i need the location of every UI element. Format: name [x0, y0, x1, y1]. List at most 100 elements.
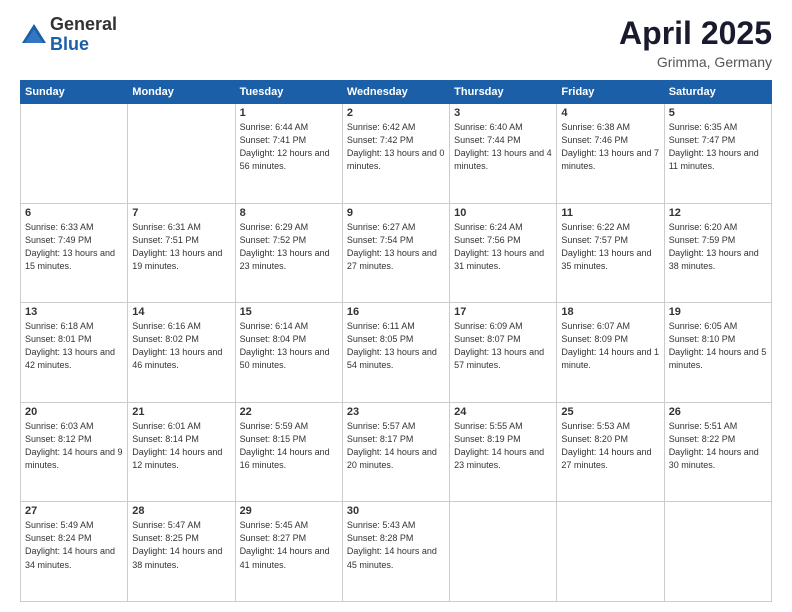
day-info: Sunrise: 6:40 AM Sunset: 7:44 PM Dayligh…	[454, 121, 552, 173]
table-row: 21 Sunrise: 6:01 AM Sunset: 8:14 PM Dayli…	[128, 402, 235, 502]
col-thursday: Thursday	[450, 81, 557, 104]
day-info: Sunrise: 6:22 AM Sunset: 7:57 PM Dayligh…	[561, 221, 659, 273]
title-block: April 2025 Grimma, Germany	[619, 15, 772, 70]
day-number: 26	[669, 406, 767, 418]
table-row: 12 Sunrise: 6:20 AM Sunset: 7:59 PM Dayli…	[664, 203, 771, 303]
day-number: 21	[132, 406, 230, 418]
table-row	[450, 502, 557, 602]
table-row: 8 Sunrise: 6:29 AM Sunset: 7:52 PM Daylig…	[235, 203, 342, 303]
table-row: 22Sunrise: 5:59 AM Sunset: 8:15 PM Dayli…	[235, 402, 342, 502]
col-saturday: Saturday	[664, 81, 771, 104]
col-monday: Monday	[128, 81, 235, 104]
day-info: Sunrise: 5:53 AM Sunset: 8:20 PM Dayligh…	[561, 420, 659, 472]
col-tuesday: Tuesday	[235, 81, 342, 104]
table-row: 23 Sunrise: 5:57 AM Sunset: 8:17 PM Dayli…	[342, 402, 449, 502]
table-row: 7 Sunrise: 6:31 AM Sunset: 7:51 PM Daylig…	[128, 203, 235, 303]
calendar-header-row: Sunday Monday Tuesday Wednesday Thursday…	[21, 81, 772, 104]
day-number: 11	[561, 207, 659, 219]
day-info: Sunrise: 6:05 AM Sunset: 8:10 PM Dayligh…	[669, 320, 767, 372]
day-number: 16	[347, 306, 445, 318]
day-number: 7	[132, 207, 230, 219]
day-number: 27	[25, 505, 123, 517]
day-info: Sunrise: 6:27 AM Sunset: 7:54 PM Dayligh…	[347, 221, 445, 273]
table-row: 1 Sunrise: 6:44 AM Sunset: 7:41 PM Daylig…	[235, 104, 342, 204]
day-number: 8	[240, 207, 338, 219]
day-number: 14	[132, 306, 230, 318]
table-row: 13 Sunrise: 6:18 AM Sunset: 8:01 PM Dayli…	[21, 303, 128, 403]
day-number: 25	[561, 406, 659, 418]
logo-blue-text: Blue	[50, 35, 117, 55]
day-number: 12	[669, 207, 767, 219]
table-row: 24Sunrise: 5:55 AM Sunset: 8:19 PM Dayli…	[450, 402, 557, 502]
day-number: 18	[561, 306, 659, 318]
day-info: Sunrise: 6:18 AM Sunset: 8:01 PM Dayligh…	[25, 320, 123, 372]
calendar-table: Sunday Monday Tuesday Wednesday Thursday…	[20, 80, 772, 602]
day-info: Sunrise: 6:44 AM Sunset: 7:41 PM Dayligh…	[240, 121, 338, 173]
day-info: Sunrise: 6:33 AM Sunset: 7:49 PM Dayligh…	[25, 221, 123, 273]
day-number: 30	[347, 505, 445, 517]
table-row	[557, 502, 664, 602]
day-info: Sunrise: 6:09 AM Sunset: 8:07 PM Dayligh…	[454, 320, 552, 372]
logo: General Blue	[20, 15, 117, 55]
calendar-week-row: 1 Sunrise: 6:44 AM Sunset: 7:41 PM Daylig…	[21, 104, 772, 204]
table-row: 20Sunrise: 6:03 AM Sunset: 8:12 PM Dayli…	[21, 402, 128, 502]
table-row: 11 Sunrise: 6:22 AM Sunset: 7:57 PM Dayli…	[557, 203, 664, 303]
day-number: 10	[454, 207, 552, 219]
col-wednesday: Wednesday	[342, 81, 449, 104]
day-info: Sunrise: 5:47 AM Sunset: 8:25 PM Dayligh…	[132, 519, 230, 571]
calendar-week-row: 13 Sunrise: 6:18 AM Sunset: 8:01 PM Dayli…	[21, 303, 772, 403]
day-number: 2	[347, 107, 445, 119]
table-row: 26 Sunrise: 5:51 AM Sunset: 8:22 PM Dayli…	[664, 402, 771, 502]
day-number: 29	[240, 505, 338, 517]
col-sunday: Sunday	[21, 81, 128, 104]
table-row	[664, 502, 771, 602]
table-row: 28 Sunrise: 5:47 AM Sunset: 8:25 PM Dayli…	[128, 502, 235, 602]
header: General Blue April 2025 Grimma, Germany	[20, 15, 772, 70]
day-number: 15	[240, 306, 338, 318]
table-row: 19 Sunrise: 6:05 AM Sunset: 8:10 PM Dayli…	[664, 303, 771, 403]
table-row: 25 Sunrise: 5:53 AM Sunset: 8:20 PM Dayli…	[557, 402, 664, 502]
day-info: Sunrise: 6:01 AM Sunset: 8:14 PM Dayligh…	[132, 420, 230, 472]
table-row: 4Sunrise: 6:38 AM Sunset: 7:46 PM Daylig…	[557, 104, 664, 204]
location-title: Grimma, Germany	[619, 54, 772, 70]
day-info: Sunrise: 6:20 AM Sunset: 7:59 PM Dayligh…	[669, 221, 767, 273]
day-number: 6	[25, 207, 123, 219]
calendar-week-row: 27 Sunrise: 5:49 AM Sunset: 8:24 PM Dayli…	[21, 502, 772, 602]
table-row: 30Sunrise: 5:43 AM Sunset: 8:28 PM Dayli…	[342, 502, 449, 602]
logo-general-text: General	[50, 15, 117, 35]
day-number: 3	[454, 107, 552, 119]
day-info: Sunrise: 5:45 AM Sunset: 8:27 PM Dayligh…	[240, 519, 338, 571]
table-row: 2 Sunrise: 6:42 AM Sunset: 7:42 PM Daylig…	[342, 104, 449, 204]
day-info: Sunrise: 5:51 AM Sunset: 8:22 PM Dayligh…	[669, 420, 767, 472]
day-number: 23	[347, 406, 445, 418]
day-info: Sunrise: 5:55 AM Sunset: 8:19 PM Dayligh…	[454, 420, 552, 472]
table-row	[21, 104, 128, 204]
day-info: Sunrise: 5:59 AM Sunset: 8:15 PM Dayligh…	[240, 420, 338, 472]
table-row: 14Sunrise: 6:16 AM Sunset: 8:02 PM Dayli…	[128, 303, 235, 403]
day-info: Sunrise: 6:42 AM Sunset: 7:42 PM Dayligh…	[347, 121, 445, 173]
month-title: April 2025	[619, 15, 772, 52]
day-number: 13	[25, 306, 123, 318]
day-info: Sunrise: 6:29 AM Sunset: 7:52 PM Dayligh…	[240, 221, 338, 273]
day-info: Sunrise: 5:57 AM Sunset: 8:17 PM Dayligh…	[347, 420, 445, 472]
calendar-week-row: 6 Sunrise: 6:33 AM Sunset: 7:49 PM Daylig…	[21, 203, 772, 303]
day-number: 17	[454, 306, 552, 318]
day-info: Sunrise: 6:14 AM Sunset: 8:04 PM Dayligh…	[240, 320, 338, 372]
table-row: 29 Sunrise: 5:45 AM Sunset: 8:27 PM Dayli…	[235, 502, 342, 602]
table-row: 27 Sunrise: 5:49 AM Sunset: 8:24 PM Dayli…	[21, 502, 128, 602]
calendar-week-row: 20Sunrise: 6:03 AM Sunset: 8:12 PM Dayli…	[21, 402, 772, 502]
table-row: 6 Sunrise: 6:33 AM Sunset: 7:49 PM Daylig…	[21, 203, 128, 303]
day-number: 28	[132, 505, 230, 517]
day-info: Sunrise: 6:07 AM Sunset: 8:09 PM Dayligh…	[561, 320, 659, 372]
table-row: 17 Sunrise: 6:09 AM Sunset: 8:07 PM Dayli…	[450, 303, 557, 403]
day-info: Sunrise: 6:31 AM Sunset: 7:51 PM Dayligh…	[132, 221, 230, 273]
table-row: 3 Sunrise: 6:40 AM Sunset: 7:44 PM Daylig…	[450, 104, 557, 204]
day-number: 19	[669, 306, 767, 318]
day-number: 1	[240, 107, 338, 119]
table-row: 9Sunrise: 6:27 AM Sunset: 7:54 PM Daylig…	[342, 203, 449, 303]
table-row: 5Sunrise: 6:35 AM Sunset: 7:47 PM Daylig…	[664, 104, 771, 204]
day-info: Sunrise: 5:49 AM Sunset: 8:24 PM Dayligh…	[25, 519, 123, 571]
table-row	[128, 104, 235, 204]
day-number: 4	[561, 107, 659, 119]
logo-icon	[20, 21, 48, 49]
